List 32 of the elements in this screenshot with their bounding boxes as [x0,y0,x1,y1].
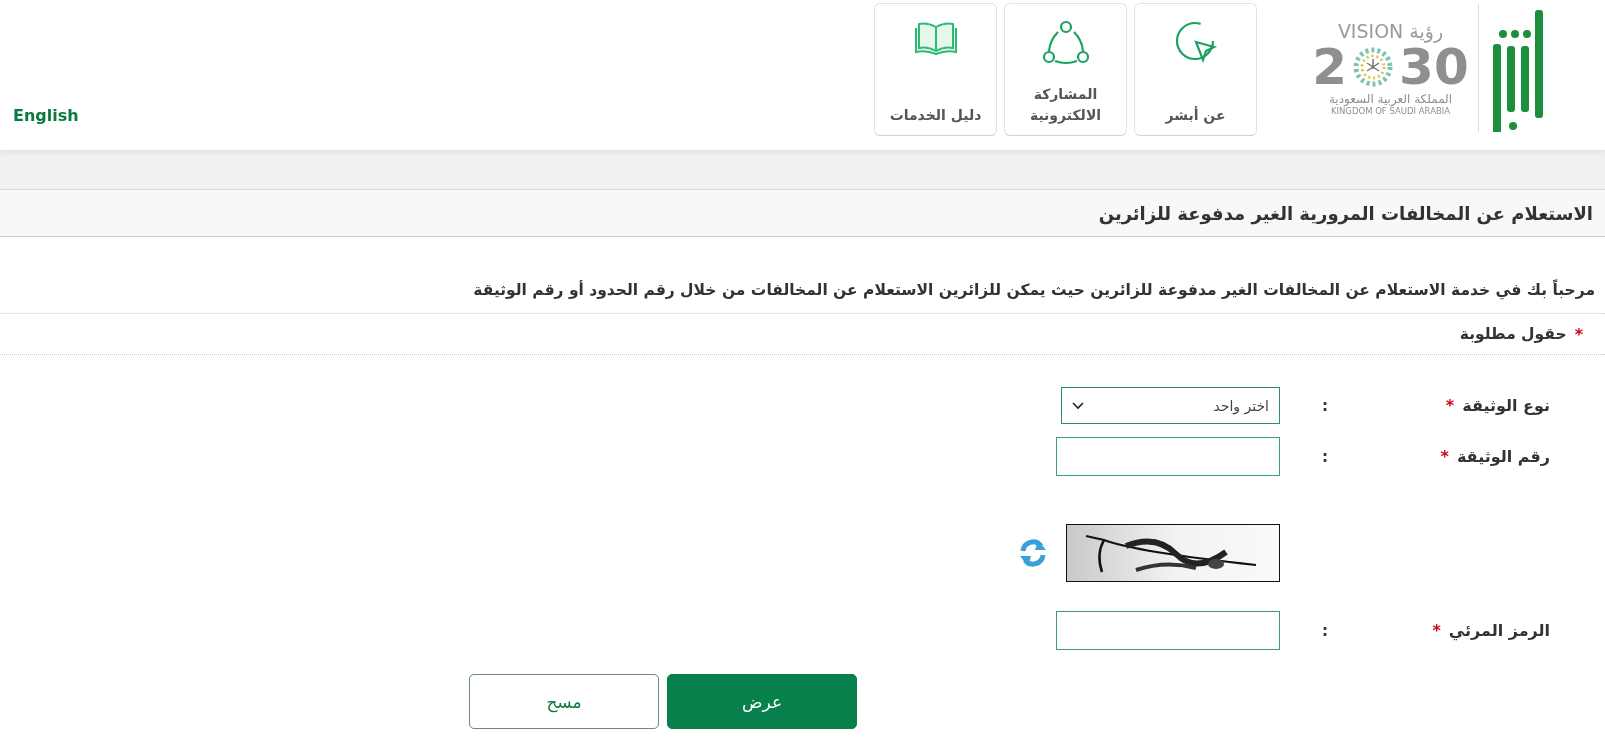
country-arabic-text: المملكة العربية السعودية [1328,91,1453,106]
vision-text: VISION [1337,19,1404,42]
required-mark: * [1432,621,1441,640]
submit-button[interactable]: عرض [667,674,857,729]
clear-button[interactable]: مسح [469,674,659,729]
refresh-icon[interactable] [1018,538,1048,568]
year-text: 2 [1312,41,1348,92]
language-link[interactable]: English [13,106,79,125]
colon-text: : [1321,447,1328,466]
page-title: الاستعلام عن المخالفات المرورية الغير مدفوعة للزائرين [1098,202,1593,224]
nav-card[interactable]: دليل الخدمات [874,3,997,136]
field-label: نوع الوثيقة [1462,396,1550,415]
required-mark: * [1574,324,1583,344]
country-text: KINGDOM OF SAUDI ARABIA [1330,105,1451,116]
field-label: الرمز المرئي [1448,621,1550,640]
colon-text: : [1321,621,1328,640]
nav-card[interactable]: عن أبشر [1134,3,1257,136]
colon-text: : [1321,396,1328,415]
input-field[interactable] [1056,611,1280,650]
share-icon [1041,20,1090,66]
required-mark: * [1445,396,1455,415]
required-note-text: حقول مطلوبة [1459,325,1567,343]
intro-text: مرحباً بك في خدمة الاستعلام عن المخالفات الغير مدفوعة للزائرين حيث يمكن للزائرين الاستعلام عن المخالفات من خلال رقم الحدود أو رقم الوثيقة [472,281,1595,299]
field-label: رقم الوثيقة [1456,447,1550,466]
cursor-icon [1173,20,1218,64]
document-type-select[interactable]: اختر واحد [1061,387,1280,424]
required-mark: * [1440,447,1449,466]
chevron-down-icon [1072,401,1084,410]
book-icon [912,20,959,56]
vision-arabic-text: رؤية [1409,19,1444,42]
nav-card[interactable]: المشاركة الالكترونية [1004,3,1127,136]
input-field[interactable] [1056,437,1280,476]
